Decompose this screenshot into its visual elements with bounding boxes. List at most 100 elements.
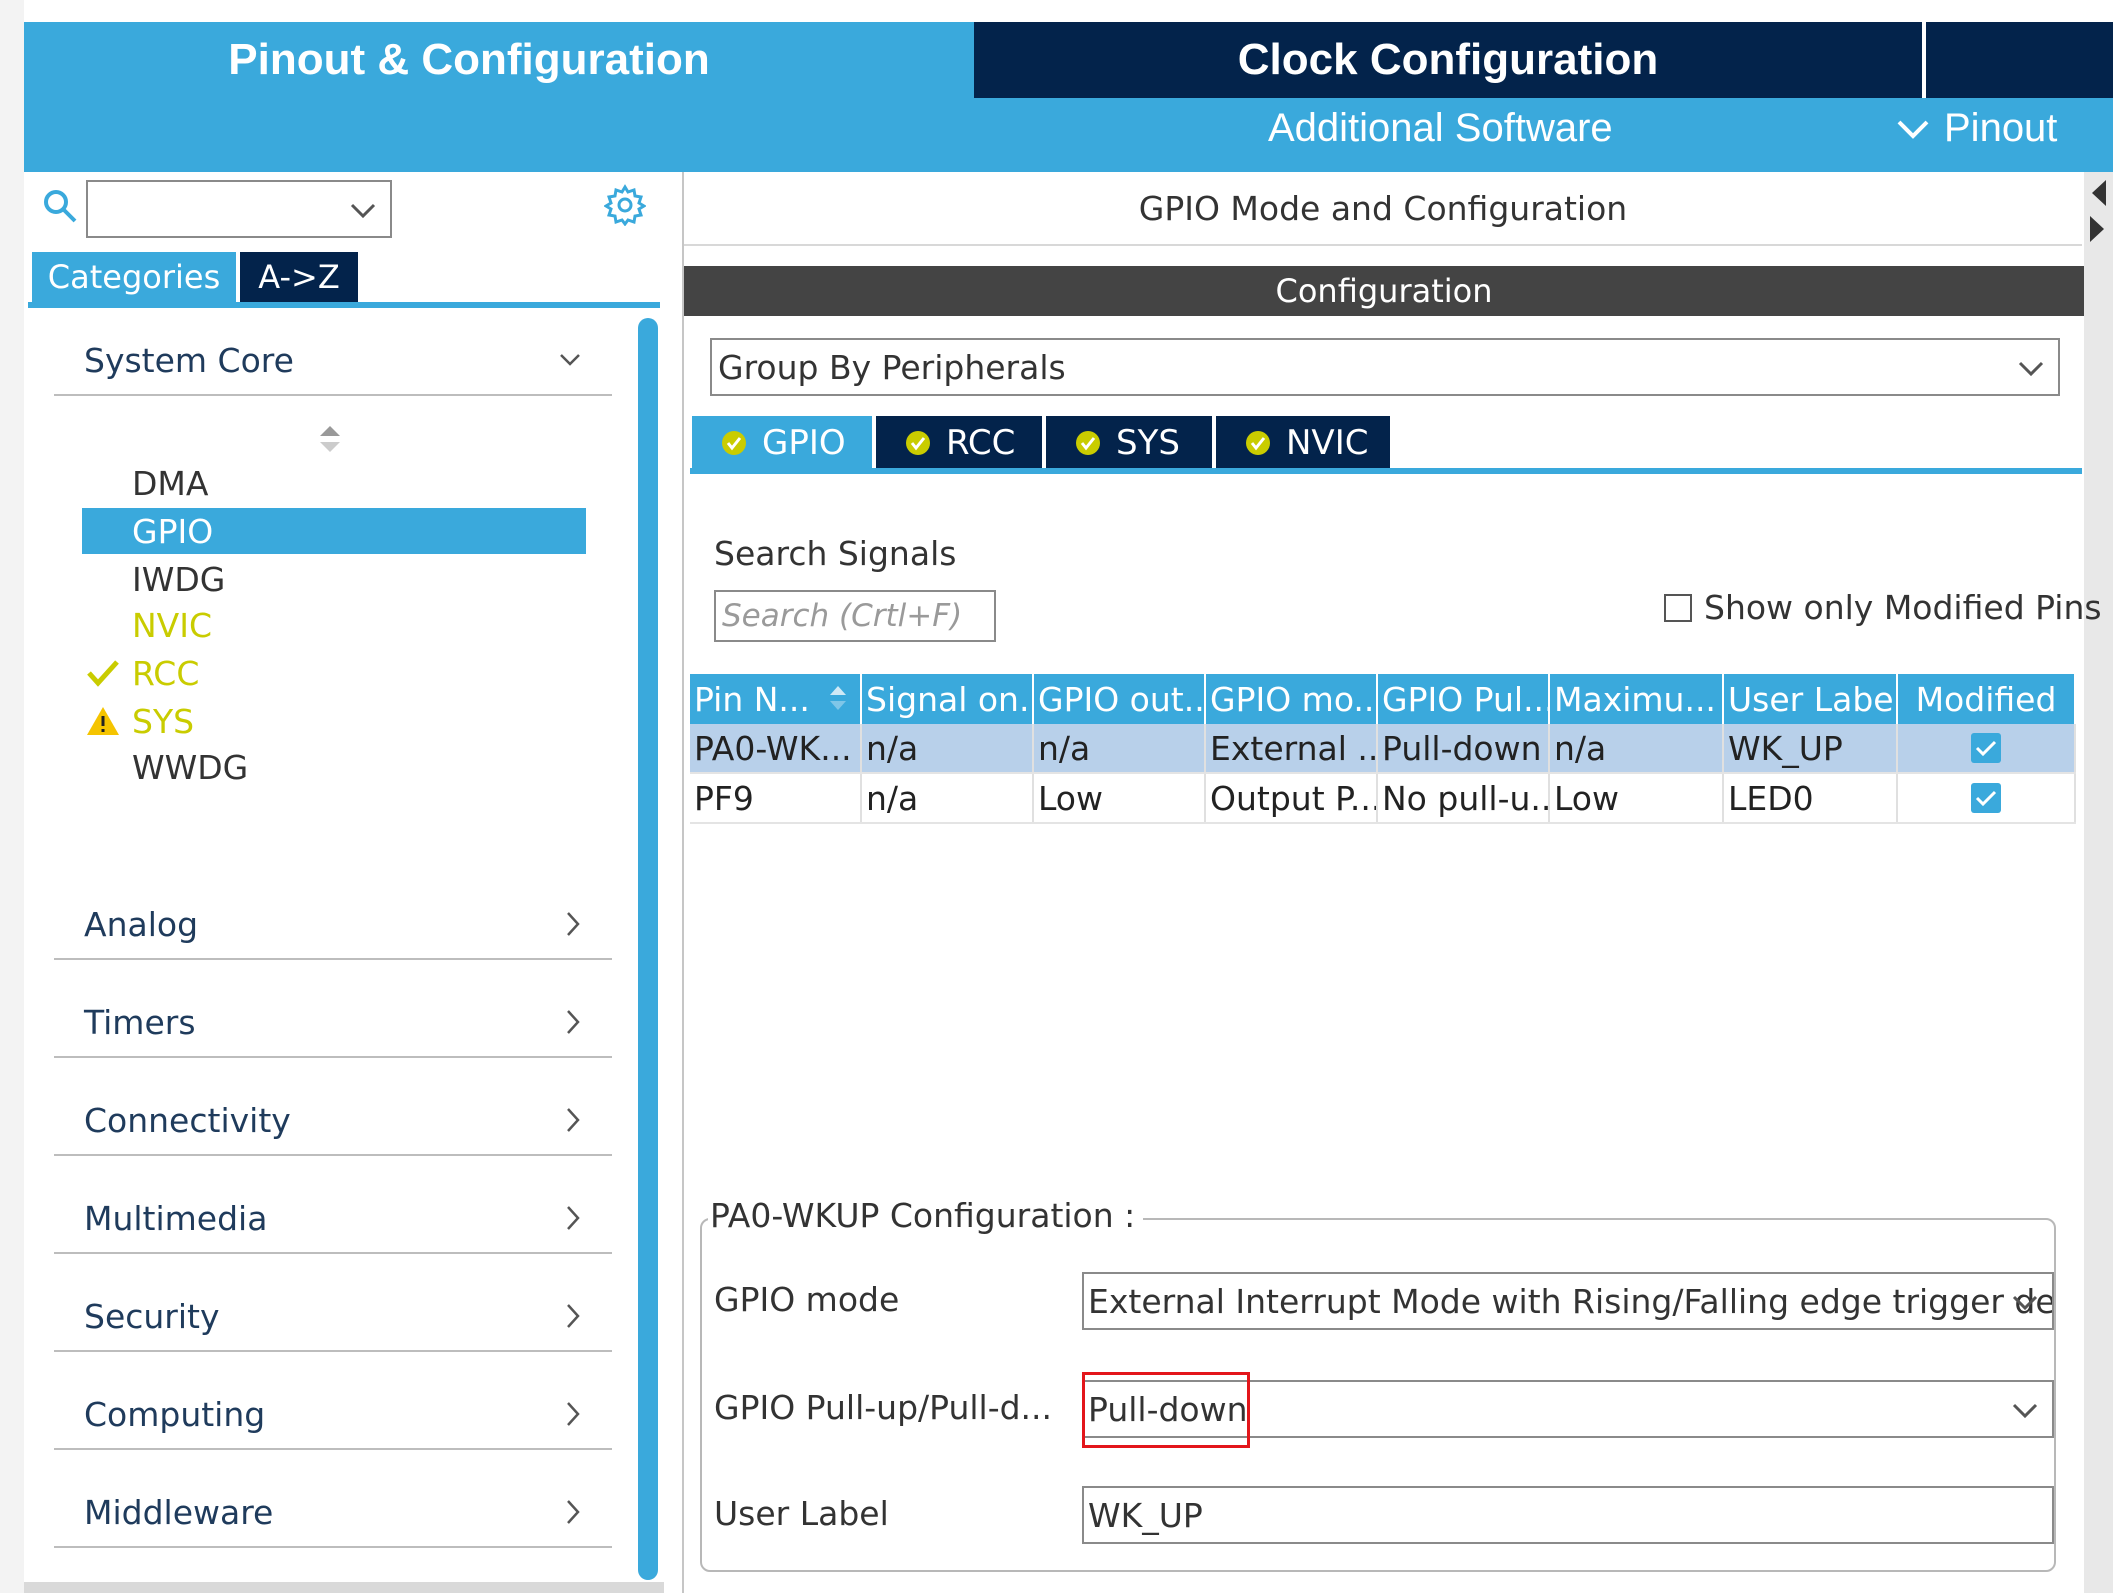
section-label: Timers — [84, 1002, 196, 1042]
peripheral-item-iwdg[interactable]: IWDG — [82, 556, 586, 602]
tab-a-to-z[interactable]: A->Z — [240, 252, 358, 302]
table-cell-modified — [1898, 774, 2076, 822]
pinout-view-menu[interactable]: Pinout — [1896, 106, 2057, 151]
column-header[interactable]: User Label — [1724, 674, 1898, 724]
group-by-select[interactable]: Group By Peripherals — [710, 338, 2060, 396]
gpio-table: Pin N... Signal on... GPIO out... GPIO mo..… — [690, 674, 2076, 824]
section-middleware[interactable]: Middleware — [54, 1478, 612, 1548]
chevron-down-icon — [2012, 1295, 2038, 1311]
additional-software-link[interactable]: Additional Software — [1268, 106, 1613, 151]
table-cell: No pull-u... — [1378, 774, 1550, 822]
peripheral-item-dma[interactable]: DMA — [82, 460, 586, 506]
section-label: System Core — [84, 340, 294, 380]
modified-checkbox[interactable] — [1971, 783, 2001, 813]
table-cell: WK_UP — [1724, 724, 1898, 772]
column-header-label: GPIO out... — [1038, 679, 1206, 719]
gear-icon[interactable] — [604, 184, 646, 226]
tab-nvic[interactable]: NVIC — [1216, 416, 1390, 470]
table-cell: Pull-down — [1378, 724, 1550, 772]
category-search-combo[interactable] — [86, 180, 392, 238]
section-security[interactable]: Security — [54, 1282, 612, 1352]
check-circle-icon — [1246, 431, 1270, 455]
check-icon — [87, 660, 119, 687]
peripheral-label: GPIO — [132, 511, 214, 551]
left-scrollbar[interactable] — [638, 318, 658, 1580]
peripheral-label: DMA — [132, 463, 209, 503]
table-row[interactable]: PF9 n/a Low Output P... No pull-u... Low LED0 — [690, 774, 2076, 824]
column-header-label: Signal on... — [866, 679, 1034, 719]
top-margin — [0, 0, 2113, 22]
pinout-view-label: Pinout — [1944, 106, 2058, 150]
table-cell: n/a — [862, 774, 1034, 822]
sort-icon — [830, 686, 846, 710]
sort-icon[interactable] — [318, 424, 342, 454]
mode-config-header: GPIO Mode and Configuration — [684, 172, 2082, 246]
expand-right-icon[interactable] — [2088, 214, 2108, 244]
table-cell: PF9 — [690, 774, 862, 822]
collapse-left-icon[interactable] — [2088, 178, 2108, 208]
peripheral-item-sys[interactable]: SYS — [82, 698, 586, 744]
peripheral-label: IWDG — [132, 559, 226, 599]
section-label: Security — [84, 1296, 220, 1336]
peripheral-item-rcc[interactable]: RCC — [82, 650, 586, 696]
section-multimedia[interactable]: Multimedia — [54, 1184, 612, 1254]
section-analog[interactable]: Analog — [54, 890, 612, 960]
tab-gpio[interactable]: GPIO — [692, 416, 872, 470]
table-header-row: Pin N... Signal on... GPIO out... GPIO mo..… — [690, 674, 2076, 724]
show-modified-toggle[interactable]: Show only Modified Pins — [1664, 588, 2102, 627]
tab-label: SYS — [1116, 423, 1180, 463]
column-header[interactable]: GPIO out... — [1034, 674, 1206, 724]
table-cell: n/a — [862, 724, 1034, 772]
gpio-mode-select[interactable]: External Interrupt Mode with Rising/Fall… — [1082, 1272, 2054, 1330]
chevron-down-icon — [2018, 361, 2044, 377]
user-label-field[interactable]: WK_UP — [1082, 1486, 2054, 1544]
section-label: Computing — [84, 1394, 266, 1434]
check-circle-icon — [1076, 431, 1100, 455]
search-signals-input[interactable] — [714, 590, 996, 642]
chevron-right-icon — [567, 1206, 580, 1230]
table-cell-modified — [1898, 724, 2076, 772]
tab-clock-configuration[interactable]: Clock Configuration — [974, 22, 1922, 98]
column-header[interactable]: GPIO Pul... — [1378, 674, 1550, 724]
tab-pinout-configuration[interactable]: Pinout & Configuration — [24, 22, 974, 98]
section-system-core[interactable]: System Core — [54, 326, 612, 396]
column-header[interactable]: Pin N... — [690, 674, 862, 724]
search-signals-label: Search Signals — [714, 534, 957, 573]
search-icon[interactable] — [42, 188, 78, 224]
table-row[interactable]: PA0-WK... n/a n/a External ... Pull-down n/a W… — [690, 724, 2076, 774]
column-header[interactable]: GPIO mo... — [1206, 674, 1378, 724]
show-modified-checkbox[interactable] — [1664, 593, 1692, 622]
column-header[interactable]: Modified — [1898, 674, 2076, 724]
user-label-value: WK_UP — [1088, 1495, 1203, 1535]
left-margin — [0, 0, 24, 1593]
check-icon — [1975, 740, 1997, 757]
column-header[interactable]: Maximu... — [1550, 674, 1724, 724]
column-header-label: User Label — [1728, 679, 1898, 719]
tab-rcc[interactable]: RCC — [876, 416, 1042, 470]
section-computing[interactable]: Computing — [54, 1380, 612, 1450]
peripheral-item-nvic[interactable]: NVIC — [82, 602, 586, 648]
peripheral-item-gpio[interactable]: GPIO — [82, 508, 586, 554]
modified-checkbox[interactable] — [1971, 733, 2001, 763]
tab-label: RCC — [946, 423, 1016, 463]
tab-sys[interactable]: SYS — [1046, 416, 1212, 470]
tab-categories[interactable]: Categories — [32, 252, 236, 302]
table-cell: n/a — [1550, 724, 1724, 772]
show-modified-label: Show only Modified Pins — [1704, 588, 2102, 627]
check-icon — [1975, 790, 1997, 807]
configuration-bar: Configuration — [684, 266, 2084, 316]
check-circle-icon — [906, 431, 930, 455]
column-header-label: Pin N... — [694, 679, 810, 719]
chevron-down-icon — [1897, 120, 1929, 139]
warning-icon — [87, 707, 119, 735]
gpio-pull-label: GPIO Pull-up/Pull-d... — [714, 1388, 1053, 1427]
check-circle-icon — [722, 431, 746, 455]
section-connectivity[interactable]: Connectivity — [54, 1086, 612, 1156]
tab-project-manager[interactable] — [1924, 22, 2113, 98]
column-header[interactable]: Signal on... — [862, 674, 1034, 724]
peripheral-item-wwdg[interactable]: WWDG — [82, 744, 586, 790]
tab-label: NVIC — [1286, 423, 1369, 463]
peripheral-label: WWDG — [132, 747, 249, 787]
gpio-mode-label: GPIO mode — [714, 1280, 900, 1319]
section-timers[interactable]: Timers — [54, 988, 612, 1058]
